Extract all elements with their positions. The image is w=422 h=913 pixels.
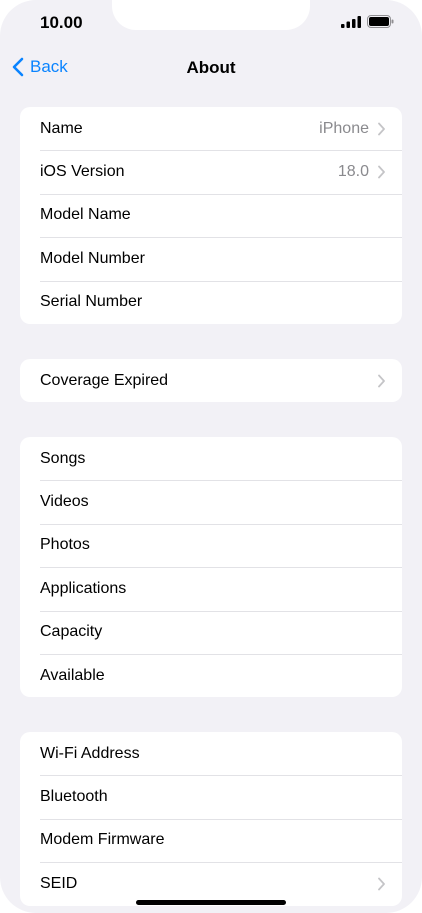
row-capacity: Capacity [20,610,402,654]
chevron-right-icon [378,374,385,388]
row-label: Name [40,119,83,137]
chevron-right-icon [378,877,385,891]
row-wifi-address: Wi-Fi Address [20,732,402,775]
row-serial-number: Serial Number [20,280,402,324]
row-label: Serial Number [40,293,143,311]
row-modem-firmware: Modem Firmware [20,818,402,862]
chevron-right-icon [378,122,385,136]
row-model-number: Model Number [20,237,402,280]
row-ios-version[interactable]: iOS Version 18.0 [20,150,402,193]
row-photos: Photos [20,523,402,567]
row-label: Model Number [40,249,145,267]
row-label: Model Name [40,206,131,224]
row-songs: Songs [20,437,402,480]
row-name[interactable]: Name iPhone [20,107,402,150]
battery-icon [367,15,394,28]
row-bluetooth: Bluetooth [20,775,402,818]
status-time: 10.00 [40,13,83,32]
row-label: Videos [40,493,89,511]
group-network: Wi-Fi Address Bluetooth Modem Firmware S… [20,732,402,906]
signal-icon [341,15,361,28]
group-device-info: Name iPhone iOS Version 18.0 Model Name … [20,107,402,324]
row-label: Capacity [40,623,103,641]
row-label: SEID [40,874,78,892]
page-title: About [186,58,236,77]
row-label: Photos [40,536,90,554]
row-value: 18.0 [337,163,369,181]
row-videos: Videos [20,480,402,523]
chevron-right-icon [378,165,385,179]
row-label: Applications [40,579,127,597]
row-coverage-expired[interactable]: Coverage Expired [20,359,402,402]
row-label: Bluetooth [40,788,108,806]
row-label: Wi-Fi Address [40,744,140,762]
row-value: iPhone [319,119,369,137]
status-icons [341,15,394,28]
phone-screen: 10.00 Back About Name iPhone iOS Version… [0,0,422,913]
row-label: iOS Version [40,163,125,181]
row-label: Available [40,666,105,684]
notch [112,0,310,30]
group-coverage: Coverage Expired [20,359,402,403]
row-label: Coverage Expired [40,371,169,389]
row-available: Available [20,653,402,697]
row-label: Songs [40,449,86,467]
row-model-name: Model Name [20,193,402,237]
group-media-storage: Songs Videos Photos Applications Capacit… [20,437,402,698]
row-applications: Applications [20,567,402,610]
home-indicator[interactable] [136,900,286,905]
row-label: Modem Firmware [40,831,165,849]
